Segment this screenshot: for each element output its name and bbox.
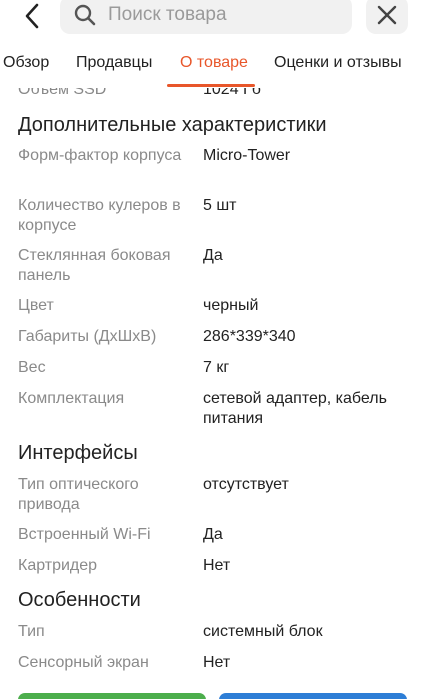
spec-value: 1024 Гб [203, 88, 261, 98]
spec-value: 7 кг [203, 359, 230, 376]
search-input[interactable]: Поиск товара [60, 0, 352, 34]
section-title-additional: Дополнительные характеристики [18, 114, 327, 136]
spec-value: Нет [203, 557, 231, 574]
spec-value: системный блок [203, 623, 323, 640]
close-icon [377, 5, 397, 25]
tab-sellers[interactable]: Продавцы [76, 54, 152, 72]
product-specs[interactable]: Объем SSD 1024 Гб Дополнительные характе… [0, 88, 425, 693]
spec-value: черный [203, 297, 259, 314]
tab-reviews[interactable]: Оценки и отзывы [274, 54, 402, 72]
section-title-features: Особенности [18, 589, 141, 611]
spec-value: 5 шт [203, 197, 237, 214]
spec-value: 286*339*340 [203, 328, 296, 345]
secondary-action-button[interactable] [219, 693, 407, 699]
spec-key: Комплектация [18, 390, 125, 407]
active-tab-indicator [167, 84, 255, 87]
chevron-left-icon [25, 3, 39, 29]
spec-key: Картридер [18, 557, 98, 574]
spec-key: Объем SSD [18, 88, 107, 98]
spec-key: Встроенный Wi-Fi [18, 526, 151, 543]
spec-value: сетевой адаптер, кабель питания [203, 390, 387, 427]
tab-overview[interactable]: Обзор [3, 54, 49, 72]
spec-value: Да [203, 247, 223, 264]
spec-value: отсутствует [203, 476, 289, 493]
spec-key: Тип [18, 623, 45, 640]
search-placeholder: Поиск товара [108, 4, 227, 25]
tab-about-product[interactable]: О товаре [180, 54, 248, 72]
search-icon [74, 4, 96, 26]
tab-bar: Обзор Продавцы О товаре Оценки и отзывы [0, 44, 425, 88]
spec-key: Тип оптического привода [18, 476, 139, 513]
spec-row-ssd: Объем SSD 1024 Гб [18, 88, 418, 99]
spec-key: Вес [18, 359, 46, 376]
back-button[interactable] [14, 0, 50, 32]
spec-key: Стеклянная боковая панель [18, 247, 171, 284]
spec-key: Сенсорный экран [18, 654, 149, 671]
spec-value: Micro-Tower [203, 147, 291, 164]
bottom-action-bar [0, 693, 425, 699]
primary-action-button[interactable] [18, 693, 206, 699]
spec-key: Габариты (ДхШхВ) [18, 328, 157, 345]
spec-key: Цвет [18, 297, 54, 314]
close-button[interactable] [366, 0, 408, 34]
spec-value: Нет [203, 654, 231, 671]
top-bar: Поиск товара [0, 0, 425, 44]
spec-key: Форм-фактор корпуса [18, 147, 182, 164]
section-title-interfaces: Интерфейсы [18, 442, 138, 464]
spec-key: Количество кулеров в корпусе [18, 197, 181, 234]
spec-value: Да [203, 526, 223, 543]
